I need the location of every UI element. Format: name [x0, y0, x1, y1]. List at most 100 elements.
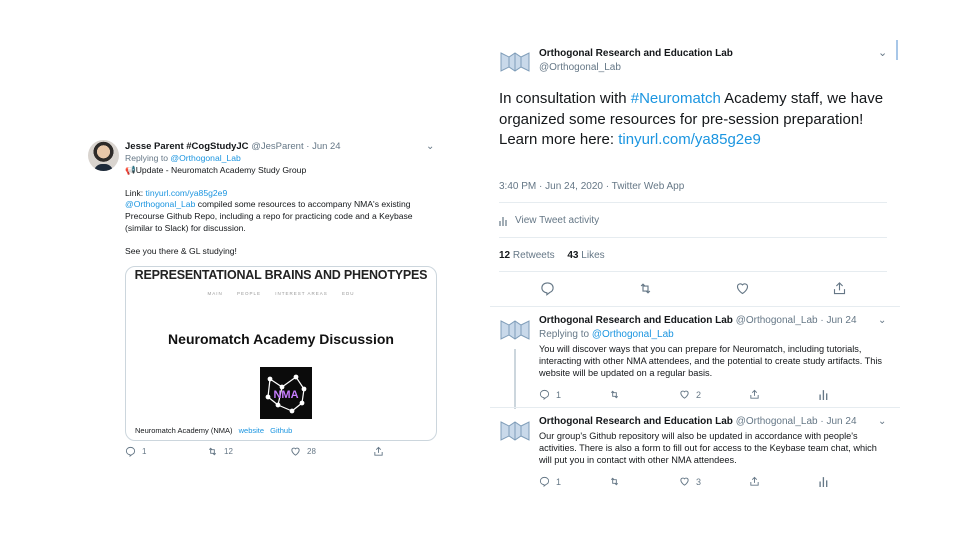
avatar[interactable]	[88, 140, 119, 171]
tweet-actions	[499, 281, 887, 299]
author-name[interactable]: Orthogonal Research and Education Lab	[539, 48, 733, 59]
tweet-date[interactable]: Jun 24	[826, 416, 856, 427]
share-icon	[374, 446, 383, 456]
reply-button[interactable]: 1	[539, 476, 561, 487]
author-name[interactable]: Jesse Parent #CogStudyJC	[125, 141, 249, 152]
card-github-link[interactable]: Github	[270, 426, 292, 435]
divider	[490, 306, 900, 307]
heart-icon[interactable]	[735, 281, 750, 296]
chevron-down-icon[interactable]: ⌄	[878, 46, 887, 59]
retweet-button[interactable]: 12	[207, 446, 233, 457]
card-website-link[interactable]: website	[239, 426, 264, 435]
bar-chart-icon	[819, 477, 828, 487]
tweet-meta[interactable]: 3:40 PM · Jun 24, 2020 · Twitter Web App	[499, 181, 684, 192]
separator: ·	[820, 315, 824, 326]
retweet-button[interactable]	[609, 476, 626, 487]
card-nav-item: INTEREST AREAS	[275, 291, 328, 296]
sign-off: See you there & GL studying!	[125, 245, 237, 256]
hashtag-link[interactable]: #Neuromatch	[631, 90, 721, 107]
author-name[interactable]: Orthogonal Research and Education Lab	[539, 315, 733, 326]
reply-count: 1	[142, 447, 147, 456]
likes-count: 43	[567, 250, 579, 261]
tweet-analytics-button[interactable]	[819, 389, 830, 400]
card-footer-text: Neuromatch Academy (NMA)	[135, 426, 233, 435]
author-handle[interactable]: @Orthogonal_Lab	[736, 315, 818, 326]
card-header: REPRESENTATIONAL BRAINS AND PHENOTYPES	[134, 268, 428, 282]
replying-to-handle[interactable]: @Orthogonal_Lab	[170, 153, 240, 163]
retweet-button[interactable]	[609, 389, 626, 400]
replying-to-label: Replying to	[125, 153, 168, 163]
tweet-actions: 1 2	[539, 389, 839, 403]
scrollbar[interactable]	[896, 40, 898, 60]
mention-link[interactable]: @Orthogonal_Lab	[125, 199, 195, 209]
retweet-icon	[610, 390, 619, 399]
tweet-actions: 1 12 28	[125, 446, 437, 460]
author-handle[interactable]: @Orthogonal_Lab	[736, 416, 818, 427]
separator: ·	[306, 141, 310, 152]
likes-label: Likes	[581, 250, 605, 261]
lab-logo[interactable]	[500, 49, 530, 75]
retweet-icon[interactable]	[638, 281, 653, 296]
share-button[interactable]	[749, 476, 760, 487]
card-title: Neuromatch Academy Discussion	[168, 331, 394, 347]
author-handle[interactable]: @Orthogonal_Lab	[539, 62, 621, 73]
tweet-stats: 12 Retweets 43 Likes	[499, 250, 605, 261]
heart-icon	[291, 447, 300, 456]
likes-stat[interactable]: 43 Likes	[567, 250, 604, 261]
share-button[interactable]	[373, 446, 384, 457]
card-nav-item: MAIN	[207, 291, 223, 296]
replying-to-handle[interactable]: @Orthogonal_Lab	[592, 329, 674, 340]
left-tweet[interactable]: Jesse Parent #CogStudyJC @JesParent · Ju…	[88, 138, 440, 468]
bar-chart-icon	[499, 216, 507, 226]
megaphone-icon: 📢	[125, 164, 136, 175]
reply-button[interactable]: 1	[539, 389, 561, 400]
tweet-text: In consultation with #Neuromatch Academy…	[499, 89, 894, 151]
reply-count: 1	[556, 389, 562, 400]
like-button[interactable]: 3	[679, 476, 701, 487]
lab-logo[interactable]	[500, 317, 530, 343]
card-nav-item: PEOPLE	[237, 291, 262, 296]
tweet-analytics-button[interactable]	[819, 476, 830, 487]
view-activity-link[interactable]: View Tweet activity	[499, 215, 599, 226]
share-icon[interactable]	[832, 281, 847, 296]
card-footer: Neuromatch Academy (NMA) website Github	[135, 426, 292, 435]
retweets-stat[interactable]: 12 Retweets	[499, 250, 555, 261]
tweet-link[interactable]: tinyurl.com/ya85g2e9	[618, 131, 761, 148]
card-nav-item: EDU	[341, 291, 355, 296]
reply-text: You will discover ways that you can prep…	[539, 344, 883, 379]
reply-text: Our group's Github repository will also …	[539, 431, 877, 466]
author-handle[interactable]: @JesParent	[251, 141, 303, 152]
reply-tweet[interactable]: Orthogonal Research and Education Lab @O…	[490, 315, 900, 415]
bar-chart-icon	[819, 390, 828, 400]
tweet-link[interactable]: tinyurl.com/ya85g2e9	[146, 188, 228, 198]
tweet-header: Jesse Parent #CogStudyJC @JesParent · Ju…	[125, 141, 341, 152]
divider	[499, 271, 887, 272]
like-count: 3	[696, 476, 702, 487]
reply-button[interactable]: 1	[125, 446, 146, 457]
link-preview-card[interactable]: REPRESENTATIONAL BRAINS AND PHENOTYPES M…	[125, 266, 437, 441]
separator: ·	[820, 416, 824, 427]
chevron-down-icon[interactable]: ⌄	[426, 141, 434, 152]
lab-logo[interactable]	[500, 418, 530, 444]
reply-header: Orthogonal Research and Education Lab @O…	[539, 315, 857, 326]
chevron-down-icon[interactable]: ⌄	[878, 315, 886, 326]
link-label: Link:	[125, 187, 144, 198]
author-name[interactable]: Orthogonal Research and Education Lab	[539, 416, 733, 427]
nma-logo: NMA	[260, 367, 312, 419]
reply-icon[interactable]	[540, 281, 555, 296]
reply-count: 1	[556, 476, 562, 487]
share-button[interactable]	[749, 389, 760, 400]
heart-icon	[680, 477, 689, 486]
like-button[interactable]: 28	[290, 446, 316, 457]
like-button[interactable]: 2	[679, 389, 701, 400]
retweet-icon	[208, 447, 217, 456]
retweets-label: Retweets	[512, 250, 555, 261]
thread-line	[514, 349, 516, 409]
chevron-down-icon[interactable]: ⌄	[878, 416, 886, 427]
reply-tweet[interactable]: Orthogonal Research and Education Lab @O…	[490, 416, 900, 506]
tweet-date[interactable]: Jun 24	[312, 141, 341, 152]
reply-icon	[539, 476, 550, 487]
replying-to-label: Replying to	[539, 329, 590, 340]
reply-icon	[125, 446, 136, 457]
tweet-date[interactable]: Jun 24	[826, 315, 856, 326]
